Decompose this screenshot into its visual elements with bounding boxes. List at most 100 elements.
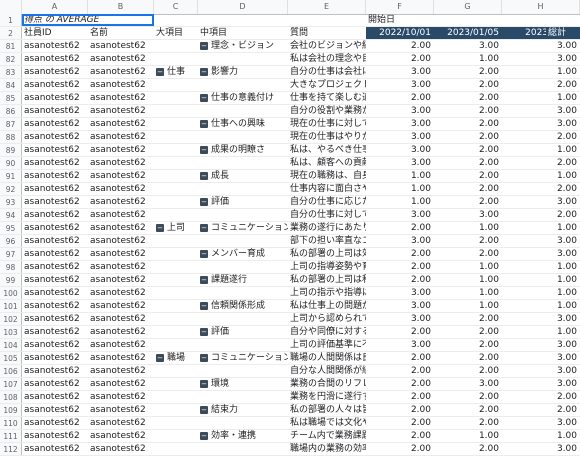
header-cell[interactable]: 社員ID	[22, 27, 88, 39]
name-cell[interactable]: asanotest62	[88, 378, 154, 390]
collapse-group-icon[interactable]: −	[200, 145, 208, 154]
subcategory-cell[interactable]: − コミュニケーション	[198, 222, 288, 234]
pivot-title-cell[interactable]: 得点 の AVERAGE	[22, 14, 154, 26]
score-cell[interactable]: 2.00	[502, 183, 580, 195]
score-cell[interactable]: 2.00	[366, 352, 434, 364]
score-cell[interactable]: 2.00	[434, 404, 502, 416]
employee-id-cell[interactable]: asanotest62	[22, 92, 88, 104]
category-cell[interactable]	[154, 235, 198, 247]
score-cell[interactable]: 3.00	[502, 235, 580, 247]
name-cell[interactable]: asanotest62	[88, 326, 154, 338]
collapse-group-icon[interactable]: −	[156, 223, 164, 232]
score-cell[interactable]: 3.00	[502, 118, 580, 130]
question-cell[interactable]: 仕事内容に面白さやや	[288, 183, 366, 195]
question-cell[interactable]: チーム内で業務課題や	[288, 430, 366, 442]
score-cell[interactable]: 1.00	[366, 183, 434, 195]
score-cell[interactable]: 1.00	[502, 222, 580, 234]
subcategory-cell[interactable]	[198, 391, 288, 403]
subcategory-cell[interactable]	[198, 131, 288, 143]
category-cell[interactable]	[154, 92, 198, 104]
category-cell[interactable]	[154, 365, 198, 377]
question-cell[interactable]: 上司の指導姿勢や育成	[288, 261, 366, 273]
employee-id-cell[interactable]: asanotest62	[22, 105, 88, 117]
score-cell[interactable]: 1.00	[502, 66, 580, 78]
score-cell[interactable]: 2.00	[366, 326, 434, 338]
subcategory-cell[interactable]: − 成長	[198, 170, 288, 182]
question-cell[interactable]: 私は仕事上の問題が発	[288, 300, 366, 312]
employee-id-cell[interactable]: asanotest62	[22, 404, 88, 416]
employee-id-cell[interactable]: asanotest62	[22, 443, 88, 455]
score-cell[interactable]: 2.00	[366, 222, 434, 234]
score-cell[interactable]: 1.00	[434, 261, 502, 273]
collapse-group-icon[interactable]: −	[200, 405, 208, 414]
category-cell[interactable]	[154, 118, 198, 130]
question-cell[interactable]: 業務の遂行にあたり、	[288, 222, 366, 234]
category-cell[interactable]	[154, 40, 198, 52]
employee-id-cell[interactable]: asanotest62	[22, 391, 88, 403]
header-cell[interactable]: 質問	[288, 27, 366, 39]
select-all-corner[interactable]	[0, 0, 22, 14]
subcategory-cell[interactable]	[198, 105, 288, 117]
score-cell[interactable]: 3.00	[366, 313, 434, 325]
score-cell[interactable]: 2.00	[434, 443, 502, 455]
question-cell[interactable]: 現在の職務は、自身の	[288, 170, 366, 182]
category-cell[interactable]	[154, 287, 198, 299]
score-cell[interactable]: 2.00	[366, 391, 434, 403]
employee-id-cell[interactable]: asanotest62	[22, 196, 88, 208]
category-cell[interactable]	[154, 196, 198, 208]
subcategory-cell[interactable]	[198, 235, 288, 247]
score-cell[interactable]: 2.00	[434, 66, 502, 78]
question-cell[interactable]: 私は職場では文化や音	[288, 417, 366, 429]
name-cell[interactable]: asanotest62	[88, 235, 154, 247]
employee-id-cell[interactable]: asanotest62	[22, 40, 88, 52]
score-cell[interactable]: 2.00	[502, 404, 580, 416]
score-cell[interactable]: 2.00	[434, 417, 502, 429]
score-cell[interactable]: 2.00	[366, 261, 434, 273]
question-cell[interactable]: 現在の仕事はやりがい	[288, 131, 366, 143]
category-cell[interactable]	[154, 261, 198, 273]
score-cell[interactable]: 3.00	[502, 365, 580, 377]
question-cell[interactable]: 会社のビジョンや経営	[288, 40, 366, 52]
name-cell[interactable]: asanotest62	[88, 222, 154, 234]
employee-id-cell[interactable]: asanotest62	[22, 53, 88, 65]
collapse-group-icon[interactable]: −	[200, 275, 208, 284]
score-cell[interactable]: 2.00	[366, 365, 434, 377]
employee-id-cell[interactable]: asanotest62	[22, 157, 88, 169]
column-header-d[interactable]: D	[198, 0, 288, 14]
score-cell[interactable]: 3.00	[366, 131, 434, 143]
name-cell[interactable]: asanotest62	[88, 443, 154, 455]
score-cell[interactable]: 2.00	[366, 378, 434, 390]
score-cell[interactable]: 3.00	[502, 313, 580, 325]
employee-id-cell[interactable]: asanotest62	[22, 222, 88, 234]
question-cell[interactable]: 上司の評価基準に不明	[288, 339, 366, 351]
score-cell[interactable]: 2.00	[434, 105, 502, 117]
question-cell[interactable]: 仕事を持て楽しむ適度	[288, 92, 366, 104]
question-cell[interactable]: 上司の指示や指導は明	[288, 287, 366, 299]
category-cell[interactable]	[154, 248, 198, 260]
category-cell[interactable]	[154, 443, 198, 455]
name-cell[interactable]: asanotest62	[88, 118, 154, 130]
score-cell[interactable]: 1.00	[502, 287, 580, 299]
question-cell[interactable]: 業務を円滑に遂行する	[288, 391, 366, 403]
name-cell[interactable]: asanotest62	[88, 131, 154, 143]
score-cell[interactable]: 3.00	[434, 40, 502, 52]
subcategory-cell[interactable]	[198, 287, 288, 299]
start-date-label-cell[interactable]: 開始日	[366, 14, 444, 26]
question-cell[interactable]: 私の部署の人々は皆チ	[288, 404, 366, 416]
subcategory-cell[interactable]: − 結束力	[198, 404, 288, 416]
question-cell[interactable]: 自分の仕事に対して適	[288, 209, 366, 221]
score-cell[interactable]: 2.00	[502, 157, 580, 169]
score-cell[interactable]: 2.00	[366, 53, 434, 65]
collapse-group-icon[interactable]: −	[200, 93, 208, 102]
name-cell[interactable]: asanotest62	[88, 144, 154, 156]
score-cell[interactable]: 2.00	[366, 248, 434, 260]
score-cell[interactable]: 3.00	[366, 287, 434, 299]
subcategory-cell[interactable]: − 効率・連携	[198, 430, 288, 442]
name-cell[interactable]: asanotest62	[88, 248, 154, 260]
question-cell[interactable]: 業務の合間のリフレッ	[288, 378, 366, 390]
category-cell[interactable]	[154, 300, 198, 312]
question-cell[interactable]: 自分な人間関係が続け	[288, 365, 366, 377]
score-cell[interactable]: 2.00	[434, 92, 502, 104]
score-cell[interactable]: 2.00	[434, 196, 502, 208]
subcategory-cell[interactable]: − コミュニケーション	[198, 352, 288, 364]
